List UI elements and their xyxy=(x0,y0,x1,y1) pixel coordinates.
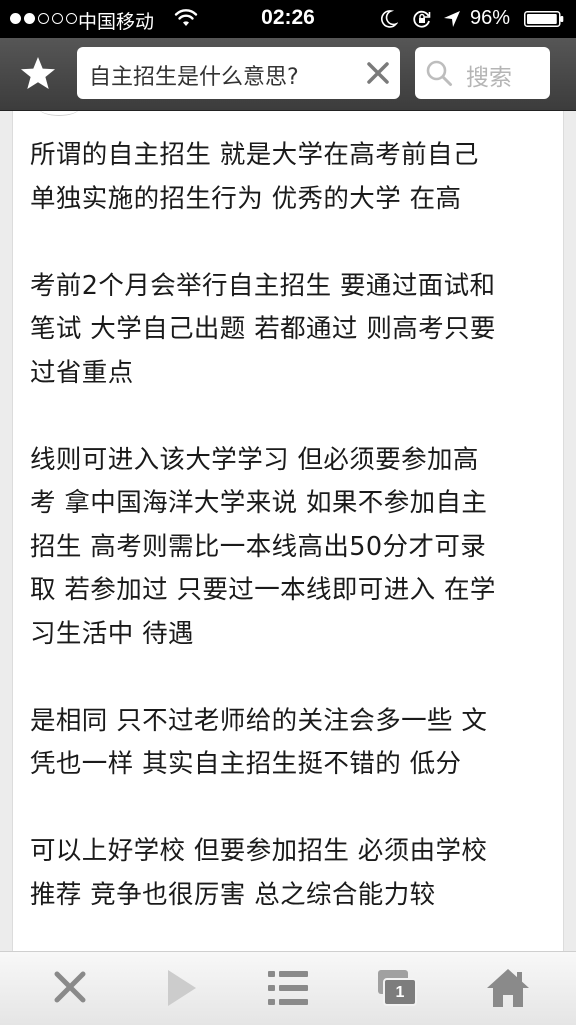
browser-toolbar: 自主招生是什么意思? 搜索 xyxy=(0,38,576,111)
answer-line: 推荐 竞争也很厉害 总之综合能力较 xyxy=(30,879,436,910)
answer-line: 单独实施的招生行为 优秀的大学 在高 xyxy=(30,183,462,214)
search-query-text: 自主招生是什么意思? xyxy=(89,65,299,90)
answer-line: 招生 高考则需比一本线高出50分才可录 xyxy=(30,531,487,562)
answer-card: 所谓的自主招生 就是大学在高考前自己 单独实施的招生行为 优秀的大学 在高考前2个… xyxy=(12,111,564,951)
close-icon[interactable] xyxy=(366,61,390,85)
battery-icon xyxy=(524,11,564,27)
answer-line: 所谓的自主招生 就是大学在高考前自己 xyxy=(30,140,479,170)
answer-line: 是相同 只不过老师给的关注会多一些 文 xyxy=(30,705,488,736)
answer-line: 考 拿中国海洋大学来说 如果不参加自主 xyxy=(30,488,488,518)
answer-line: 笔试 大学自己出题 若都通过 则高考只要 xyxy=(30,314,496,344)
list-menu-icon[interactable] xyxy=(264,966,312,1010)
answer-line: 过省重点 xyxy=(30,357,134,388)
card-edge-decoration xyxy=(39,111,79,116)
battery-percentage: 96% xyxy=(470,7,511,29)
home-icon[interactable] xyxy=(484,966,532,1010)
do-not-disturb-moon-icon xyxy=(381,10,398,28)
answer-text: 所谓的自主招生 就是大学在高考前自己 单独实施的招生行为 优秀的大学 在高考前2个… xyxy=(30,134,550,917)
answer-line: 取 若参加过 只要过一本线即可进入 在学 xyxy=(30,575,496,605)
tab-count-badge: 1 xyxy=(395,984,405,1001)
search-button[interactable]: 搜索 xyxy=(415,47,550,99)
rotation-lock-icon xyxy=(413,10,431,28)
page-content[interactable]: 所谓的自主招生 就是大学在高考前自己 单独实施的招生行为 优秀的大学 在高考前2个… xyxy=(0,111,576,951)
star-icon[interactable] xyxy=(18,54,58,94)
location-arrow-icon xyxy=(444,11,460,27)
play-forward-icon[interactable] xyxy=(156,966,204,1010)
answer-line: 凭也一样 其实自主招生挺不错的 低分 xyxy=(30,749,462,779)
search-input[interactable]: 自主招生是什么意思? xyxy=(77,47,400,99)
search-icon xyxy=(426,60,452,86)
status-bar: 中国移动 02:26 96% xyxy=(0,0,576,38)
browser-bottom-bar: 1 xyxy=(0,951,576,1025)
search-button-label: 搜索 xyxy=(466,65,512,91)
answer-line: 线则可进入该大学学习 但必须要参加高 xyxy=(30,444,479,475)
answer-line: 习生活中 待遇 xyxy=(30,618,194,649)
tabs-button[interactable]: 1 xyxy=(374,966,422,1010)
answer-line: 可以上好学校 但要参加招生 必须由学校 xyxy=(30,836,488,866)
answer-line: 考前2个月会举行自主招生 要通过面试和 xyxy=(30,270,496,301)
close-icon[interactable] xyxy=(46,966,94,1010)
